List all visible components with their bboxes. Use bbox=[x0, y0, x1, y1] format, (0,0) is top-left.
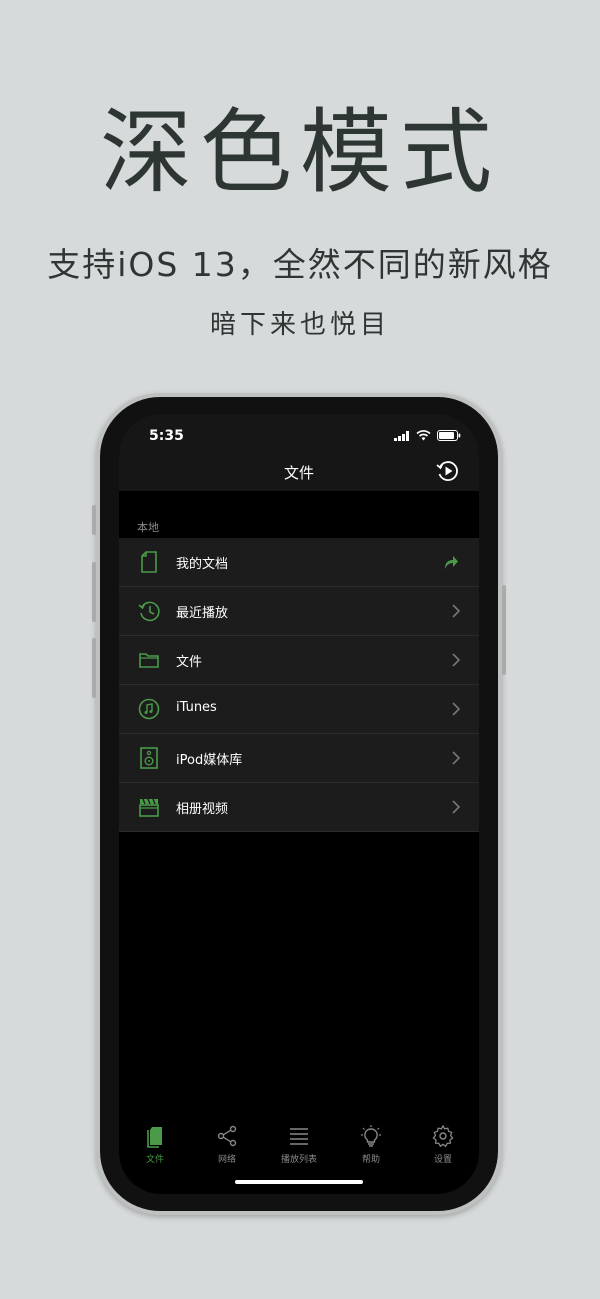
battery-icon bbox=[437, 430, 461, 441]
history-icon bbox=[138, 601, 160, 622]
list-icon bbox=[290, 1128, 308, 1145]
music-note-icon bbox=[138, 698, 160, 720]
chevron-right-icon bbox=[452, 604, 461, 618]
documents-icon bbox=[147, 1127, 162, 1148]
tab-settings[interactable]: 设置 bbox=[407, 1114, 479, 1174]
speaker-icon bbox=[140, 747, 158, 769]
mute-switch bbox=[92, 505, 96, 535]
signal-icon bbox=[394, 430, 409, 441]
promo-tagline: 暗下来也悦目 bbox=[209, 310, 390, 340]
list-item-label: 文件 bbox=[176, 655, 203, 670]
share-network-icon bbox=[217, 1125, 237, 1147]
chevron-right-icon bbox=[452, 653, 461, 667]
list-item-label: 相册视频 bbox=[176, 802, 229, 817]
tab-help[interactable]: 帮助 bbox=[335, 1114, 407, 1174]
folder-icon bbox=[139, 653, 159, 668]
wifi-icon bbox=[416, 430, 431, 441]
share-arrow-icon[interactable] bbox=[443, 554, 459, 570]
tab-bar: 文件 网络 播放列表 帮助 设置 bbox=[119, 1114, 479, 1174]
clapperboard-icon bbox=[139, 798, 159, 817]
list-item-recently-played[interactable]: 最近播放 bbox=[119, 587, 479, 636]
tab-label: 设置 bbox=[433, 1155, 452, 1165]
list-item-label: 我的文档 bbox=[176, 557, 229, 572]
chevron-right-icon bbox=[452, 702, 461, 716]
promo-headline: 深色模式 bbox=[99, 99, 500, 206]
status-bar: 5:35 bbox=[119, 414, 479, 454]
power-button bbox=[502, 585, 506, 675]
now-playing-icon[interactable] bbox=[435, 458, 461, 484]
tab-label: 文件 bbox=[145, 1155, 164, 1165]
tab-label: 播放列表 bbox=[280, 1155, 317, 1165]
chevron-right-icon bbox=[452, 751, 461, 765]
tab-network[interactable]: 网络 bbox=[191, 1114, 263, 1174]
volume-up-button bbox=[92, 562, 96, 622]
phone-screen: 5:35 文件 本地 我的文档 最近播放 文件 iTunes iPod媒体库 相… bbox=[119, 414, 479, 1194]
chevron-right-icon bbox=[452, 800, 461, 814]
nav-title: 文件 bbox=[283, 464, 314, 482]
gear-icon bbox=[432, 1124, 454, 1148]
tab-playlists[interactable]: 播放列表 bbox=[263, 1114, 335, 1174]
tab-label: 网络 bbox=[217, 1155, 236, 1165]
lightbulb-icon bbox=[361, 1125, 381, 1147]
home-indicator[interactable] bbox=[235, 1180, 363, 1184]
section-label-local: 本地 bbox=[137, 521, 159, 534]
tab-label: 帮助 bbox=[361, 1155, 380, 1165]
status-time: 5:35 bbox=[149, 428, 184, 444]
list-item-label: iPod媒体库 bbox=[176, 753, 243, 768]
nav-bar: 文件 bbox=[119, 454, 479, 491]
list-item-my-documents[interactable]: 我的文档 bbox=[119, 538, 479, 587]
list-item-files[interactable]: 文件 bbox=[119, 636, 479, 685]
list-item-label: iTunes bbox=[176, 700, 217, 715]
location-list: 我的文档 最近播放 文件 iTunes iPod媒体库 相册视频 bbox=[119, 538, 479, 832]
list-item-itunes[interactable]: iTunes bbox=[119, 685, 479, 734]
list-item-album-videos[interactable]: 相册视频 bbox=[119, 783, 479, 832]
promo-subline: 支持iOS 13，全然不同的新风格 bbox=[47, 245, 553, 284]
list-item-ipod-library[interactable]: iPod媒体库 bbox=[119, 734, 479, 783]
tab-files[interactable]: 文件 bbox=[119, 1114, 191, 1174]
document-icon bbox=[141, 551, 157, 573]
volume-down-button bbox=[92, 638, 96, 698]
list-item-label: 最近播放 bbox=[176, 606, 229, 621]
